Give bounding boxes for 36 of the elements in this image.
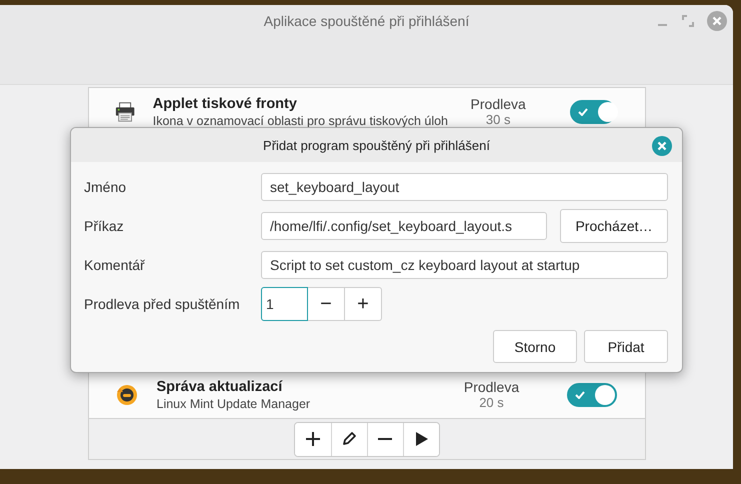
window-title: Aplikace spouštěné při přihlášení (264, 13, 470, 31)
delay-label: Prodleva (464, 379, 520, 395)
field-label: Prodleva před spuštěním (84, 296, 241, 312)
dialog-button[interactable]: Přidat (584, 330, 668, 363)
delay-label: Prodleva (470, 96, 526, 112)
dialog-title: Přidat program spouštěný při přihlášení (263, 138, 490, 152)
input-field[interactable]: /home/lfi/.config/set_keyboard_layout.s (261, 212, 547, 240)
app-title: Applet tiskové fronty (152, 96, 298, 112)
delay-input[interactable]: 1 (261, 287, 308, 321)
add-icon (304, 431, 320, 447)
update-icon (114, 382, 138, 406)
check-icon (578, 108, 588, 116)
play-button[interactable] (402, 422, 438, 456)
app-description: Linux Mint Update Manager (156, 396, 312, 410)
field-label: Příkaz (84, 218, 125, 234)
play-icon (413, 431, 429, 447)
enable-switch[interactable] (566, 382, 616, 406)
close-icon[interactable] (707, 11, 727, 31)
maximize-icon[interactable] (681, 14, 695, 28)
increment-button[interactable]: + (345, 287, 382, 321)
delay-value: 30 s (486, 112, 510, 127)
printer-icon (114, 100, 135, 122)
field-label: Komentář (84, 257, 146, 273)
browse-button[interactable]: Procházet… (560, 209, 668, 243)
pencil-icon (341, 431, 357, 447)
enable-switch[interactable] (570, 100, 616, 124)
app-description: Ikona v oznamovací oblasti pro správu tiskových úloh (152, 114, 448, 128)
close-icon[interactable] (652, 136, 672, 156)
app-title: Správa aktualizací (156, 378, 284, 394)
input-field[interactable]: Script to set custom_cz keyboard layout at startup (261, 251, 668, 279)
check-icon (574, 390, 584, 398)
field-label: Jméno (84, 179, 128, 195)
delay-value: 20 s (479, 395, 504, 410)
decrement-button[interactable]: − (308, 287, 345, 321)
input-field[interactable]: set_keyboard_layout (261, 173, 668, 201)
dialog-button[interactable]: Storno (493, 330, 577, 363)
